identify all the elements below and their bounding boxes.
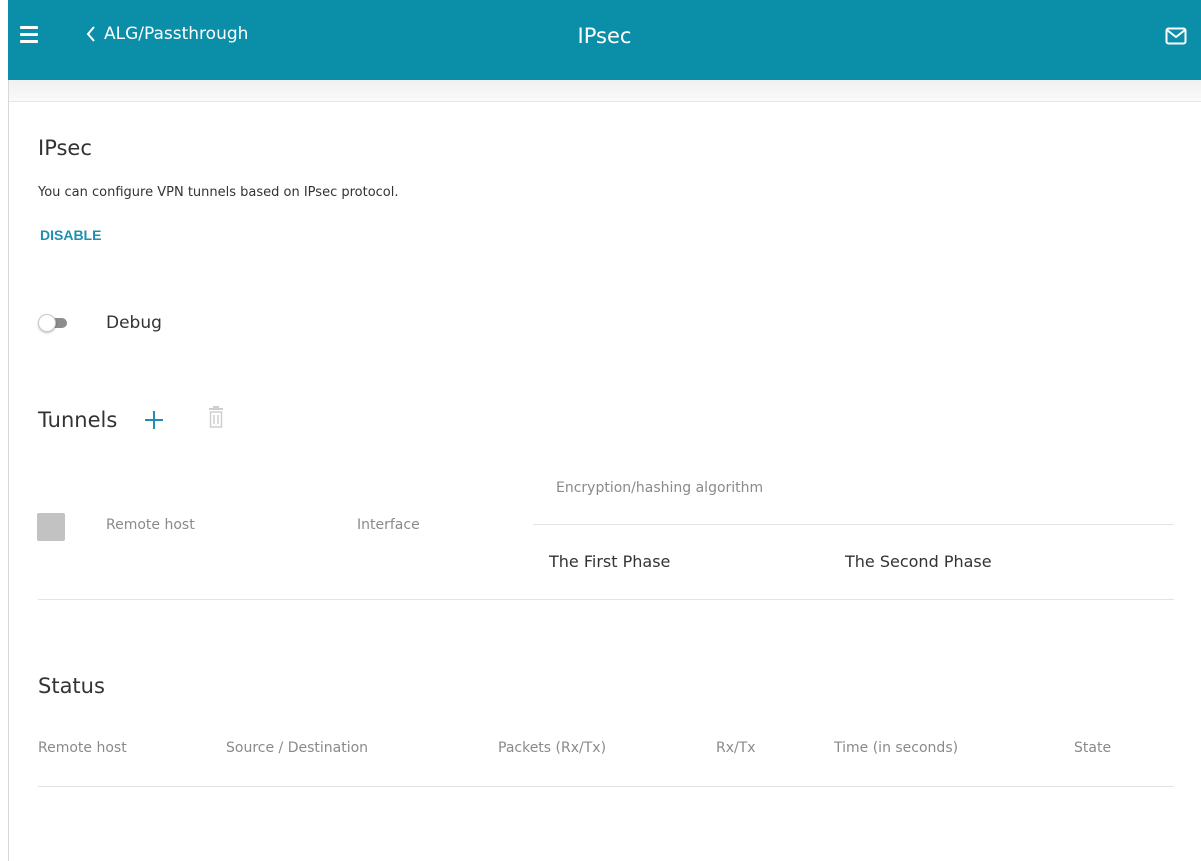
plus-icon[interactable] [143,409,165,431]
status-column-remote-host: Remote host [38,740,127,756]
page-frame [8,0,1201,861]
status-column-state: State [1074,740,1112,756]
section-title: IPsec [38,136,92,160]
toggle-knob [38,314,56,332]
trash-icon[interactable] [207,405,225,429]
disable-button[interactable]: DISABLE [40,227,101,243]
section-description: You can configure VPN tunnels based on I… [38,185,399,200]
status-table-divider [38,786,1174,787]
page-header-title: IPsec [577,24,632,48]
debug-label: Debug [106,313,162,333]
column-header-interface: Interface [357,517,420,533]
debug-toggle[interactable] [38,314,68,332]
tunnels-table-divider [38,599,1174,600]
column-header-encryption: Encryption/hashing algorithm [556,480,764,496]
mail-icon[interactable] [1165,26,1187,50]
top-bar: ALG/Passthrough IPsec [8,0,1201,80]
status-column-time: Time (in seconds) [834,740,959,756]
status-column-packets: Packets (Rx/Tx) [498,740,607,756]
header-shadow [9,80,1201,102]
status-column-source-destination: Source / Destination [226,740,369,756]
select-all-checkbox[interactable] [37,513,65,541]
header-divider [533,524,1174,525]
tunnels-title: Tunnels [38,408,118,432]
column-header-first-phase: The First Phase [549,552,671,571]
status-title: Status [38,674,105,698]
column-header-second-phase: The Second Phase [845,552,992,571]
status-column-rx-tx: Rx/Tx [716,740,756,756]
column-header-remote-host: Remote host [106,517,195,533]
